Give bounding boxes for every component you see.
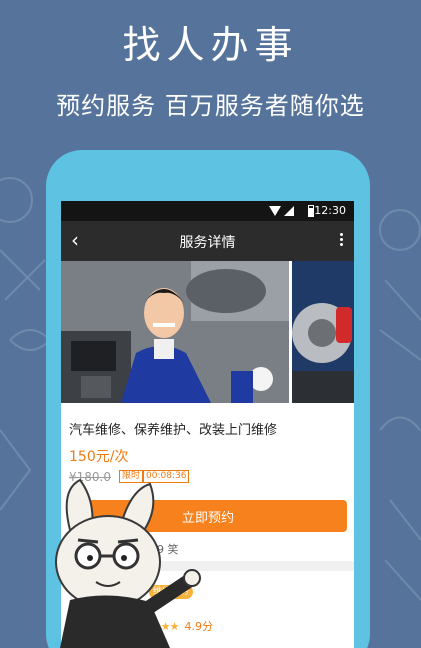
promo-subheadline: 预约服务 百万服务者随你选 (56, 92, 365, 120)
mechanic-illustration (61, 261, 289, 403)
nav-bar: ‹ 服务详情 (61, 221, 354, 261)
service-photo-mechanic[interactable] (61, 261, 289, 403)
signal-icon (284, 206, 294, 216)
service-title: 汽车维修、保养维护、改装上门维修 (69, 423, 278, 438)
more-options-icon[interactable] (340, 233, 344, 248)
brake-disc-illustration (292, 261, 354, 403)
status-time: 12:30 (314, 204, 346, 217)
status-bar: 12:30 (61, 201, 354, 221)
battery-icon (308, 205, 314, 217)
promo-headline: 找人办事 (122, 23, 299, 67)
wifi-icon (269, 206, 281, 216)
mascot-llama-character (55, 478, 201, 648)
page-title: 服务详情 (179, 235, 236, 251)
service-photo-brake[interactable] (292, 261, 354, 403)
service-price: 150元/次 (69, 449, 129, 465)
